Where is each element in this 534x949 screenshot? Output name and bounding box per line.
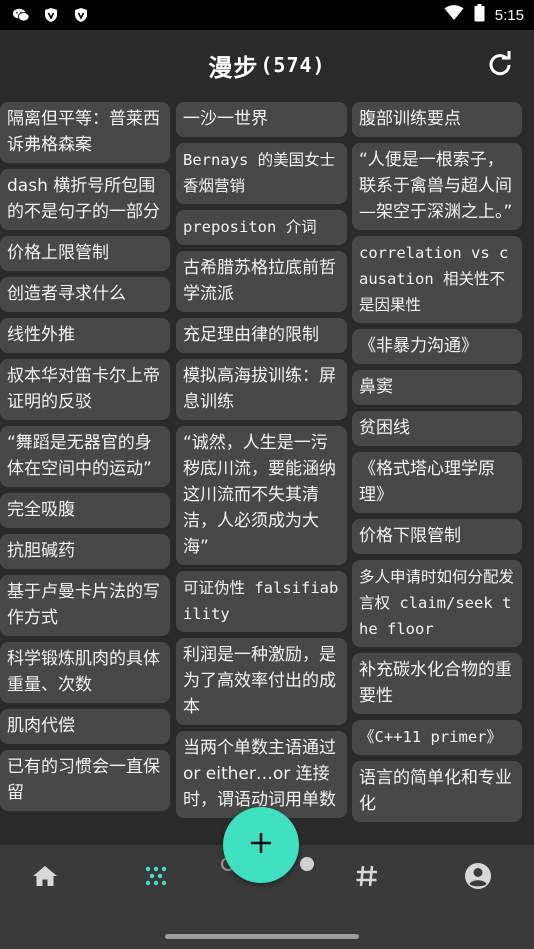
refresh-button[interactable] xyxy=(486,51,514,81)
note-card[interactable]: 创造者寻求什么 xyxy=(0,277,170,312)
status-time: 5:15 xyxy=(494,6,524,24)
note-card[interactable]: 叔本华对笛卡尔上帝证明的反驳 xyxy=(0,359,170,420)
add-note-button[interactable] xyxy=(223,807,299,883)
account-icon xyxy=(464,862,492,894)
note-card[interactable]: 古希腊苏格拉底前哲学流派 xyxy=(176,251,347,312)
note-card[interactable]: 已有的习惯会一直保留 xyxy=(0,750,170,811)
page-dot-active xyxy=(300,857,314,871)
note-card[interactable]: “舞蹈是无器官的身体在空间中的运动” xyxy=(0,426,170,487)
note-card[interactable]: 《非暴力沟通》 xyxy=(352,329,522,364)
column-3: 腹部训练要点 “人便是一根索子，联系于禽兽与超人间—架空于深渊之上。” corr… xyxy=(352,102,522,828)
app-header: 漫步 (574) xyxy=(0,30,534,100)
note-card[interactable]: 可证伪性 falsifiability xyxy=(176,571,347,632)
note-card[interactable]: “人便是一根索子，联系于禽兽与超人间—架空于深渊之上。” xyxy=(352,143,522,230)
note-card[interactable]: 线性外推 xyxy=(0,318,170,353)
note-card[interactable]: 完全吸腹 xyxy=(0,493,170,528)
note-card[interactable]: 补充碳水化合物的重要性 xyxy=(352,653,522,714)
note-card[interactable]: 价格上限管制 xyxy=(0,236,170,271)
note-card[interactable]: 科学锻炼肌肉的具体重量、次数 xyxy=(0,642,170,703)
wechat-icon xyxy=(12,6,30,24)
note-card[interactable]: 《C++11 primer》 xyxy=(352,720,522,755)
column-2: 一沙一世界 Bernays 的美国女士香烟营销 prepositon 介词 古希… xyxy=(176,102,347,824)
column-1: 隔离但平等：普莱西诉弗格森案 dash 横折号所包围的不是句子的一部分 价格上限… xyxy=(0,102,170,817)
shield-icon xyxy=(42,6,60,24)
note-card[interactable]: 隔离但平等：普莱西诉弗格森案 xyxy=(0,102,170,163)
nav-home[interactable] xyxy=(25,863,65,893)
gesture-bar[interactable] xyxy=(165,934,359,939)
note-card[interactable]: 语言的简单化和专业化 xyxy=(352,761,522,822)
note-card[interactable]: 当两个单数主语通过 or either…or 连接时，谓语动词用单数 xyxy=(176,731,347,818)
note-card[interactable]: 模拟高海拔训练：屏息训练 xyxy=(176,359,347,420)
note-card[interactable]: 利润是一种激励，是为了高效率付出的成本 xyxy=(176,638,347,725)
note-card[interactable]: 充足理由律的限制 xyxy=(176,318,347,353)
scatter-dots-icon xyxy=(144,866,168,890)
item-count: (574) xyxy=(260,53,326,77)
note-card[interactable]: 抗胆碱药 xyxy=(0,534,170,569)
nav-tags[interactable] xyxy=(347,863,387,893)
note-card[interactable]: prepositon 介词 xyxy=(176,210,347,245)
note-card[interactable]: 贫困线 xyxy=(352,411,522,446)
note-card[interactable]: 肌肉代偿 xyxy=(0,709,170,744)
page-title: 漫步 xyxy=(208,53,259,82)
note-card[interactable]: “诚然，人生是一污秽底川流，要能涵纳这川流而不失其清洁，人必须成为大海” xyxy=(176,426,347,565)
shield-icon xyxy=(72,6,90,24)
note-card[interactable]: dash 横折号所包围的不是句子的一部分 xyxy=(0,169,170,230)
hashtag-icon xyxy=(355,864,379,892)
nav-explore[interactable] xyxy=(136,863,176,893)
status-bar: 5:15 xyxy=(0,0,534,30)
note-card[interactable]: 多人申请时如何分配发言权 claim/seek the floor xyxy=(352,560,522,647)
battery-icon xyxy=(474,4,485,26)
note-card[interactable]: 一沙一世界 xyxy=(176,102,347,137)
note-card[interactable]: 价格下限管制 xyxy=(352,519,522,554)
note-card[interactable]: 基于卢曼卡片法的写作方式 xyxy=(0,575,170,636)
note-card[interactable]: 腹部训练要点 xyxy=(352,102,522,137)
refresh-icon xyxy=(487,51,513,81)
wifi-icon xyxy=(444,5,464,25)
card-grid: 隔离但平等：普莱西诉弗格森案 dash 横折号所包围的不是句子的一部分 价格上限… xyxy=(0,100,534,845)
nav-profile[interactable] xyxy=(458,863,498,893)
note-card[interactable]: correlation vs causation 相关性不是因果性 xyxy=(352,236,522,323)
note-card[interactable]: 鼻窦 xyxy=(352,370,522,405)
note-card[interactable]: 《格式塔心理学原理》 xyxy=(352,452,522,513)
plus-icon xyxy=(249,831,273,859)
home-icon xyxy=(32,865,58,891)
note-card[interactable]: Bernays 的美国女士香烟营销 xyxy=(176,143,347,204)
